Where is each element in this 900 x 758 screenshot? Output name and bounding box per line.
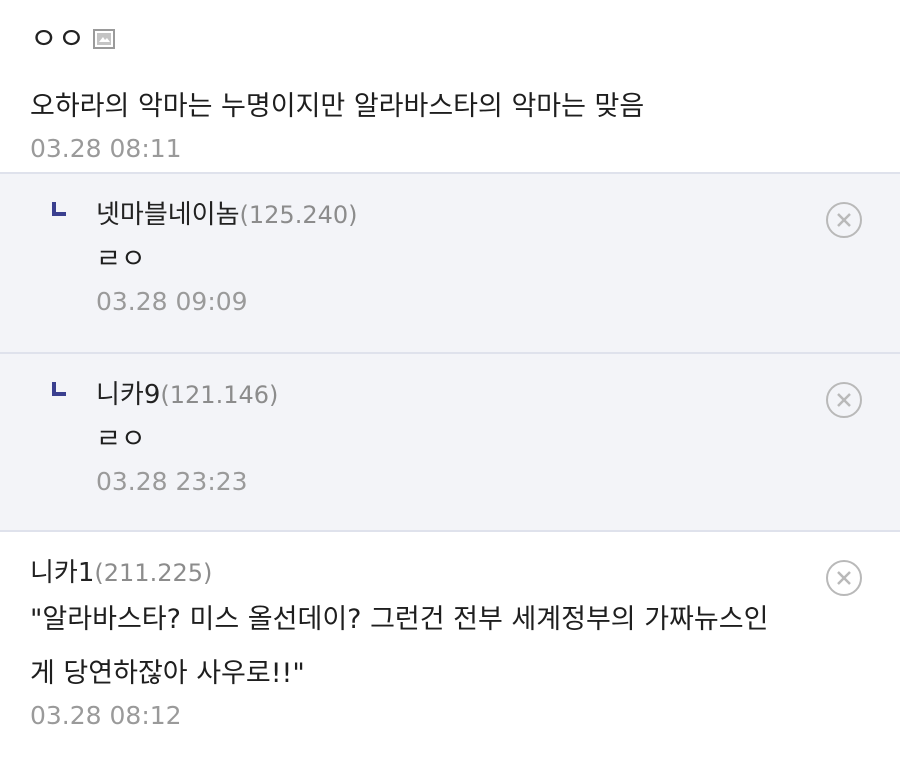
- delete-circle-icon[interactable]: [826, 202, 862, 238]
- comment-nick[interactable]: 넷마블네이놈: [96, 194, 240, 231]
- comment-item: 니카1 (211.225) "알라바스타? 미스 올선데이? 그런건 전부 세계…: [0, 530, 900, 756]
- comment-author: 니카1 (211.225): [30, 532, 870, 589]
- image-icon: [93, 29, 116, 49]
- comment-text: 오하라의 악마는 누명이지만 알라바스타의 악마는 맞음: [30, 91, 645, 122]
- reply-item: 넷마블네이놈 (125.240) ㄹㅇ 03.28 09:09: [0, 172, 900, 352]
- comment-text: ㄹㅇ: [96, 424, 146, 455]
- comment-ip: (121.146): [160, 381, 279, 409]
- delete-circle-icon[interactable]: [826, 560, 862, 596]
- comment-ip: (125.240): [239, 201, 358, 229]
- comment-text-line-2: 게 당연하잖아 사우로!!": [30, 658, 305, 689]
- comment-item: ㅇㅇ 오하라의 악마는 누명이지만 알라바스타의 악마는 맞음 03.28 08…: [0, 0, 900, 172]
- comment-ip: (211.225): [94, 559, 213, 587]
- comment-nick[interactable]: ㅇㅇ: [30, 14, 85, 58]
- reply-arrow-icon: [52, 382, 66, 396]
- comment-text-line-1: "알라바스타? 미스 올선데이? 그런건 전부 세계정부의 가짜뉴스인: [30, 604, 769, 635]
- reply-arrow-icon: [52, 202, 66, 216]
- comment-time: 03.28 23:23: [96, 467, 248, 496]
- comment-time: 03.28 08:12: [30, 701, 182, 730]
- comment-time: 03.28 09:09: [96, 287, 248, 316]
- comment-time: 03.28 08:11: [30, 134, 182, 163]
- comment-nick[interactable]: 니카9: [96, 374, 160, 411]
- reply-item: 니카9 (121.146) ㄹㅇ 03.28 23:23: [0, 352, 900, 530]
- comment-author: 넷마블네이놈 (125.240): [96, 174, 870, 231]
- comment-text: ㄹㅇ: [96, 244, 146, 275]
- comment-nick[interactable]: 니카1: [30, 552, 94, 589]
- comment-author: 니카9 (121.146): [96, 354, 870, 411]
- comment-author: ㅇㅇ: [30, 0, 870, 58]
- delete-circle-icon[interactable]: [826, 382, 862, 418]
